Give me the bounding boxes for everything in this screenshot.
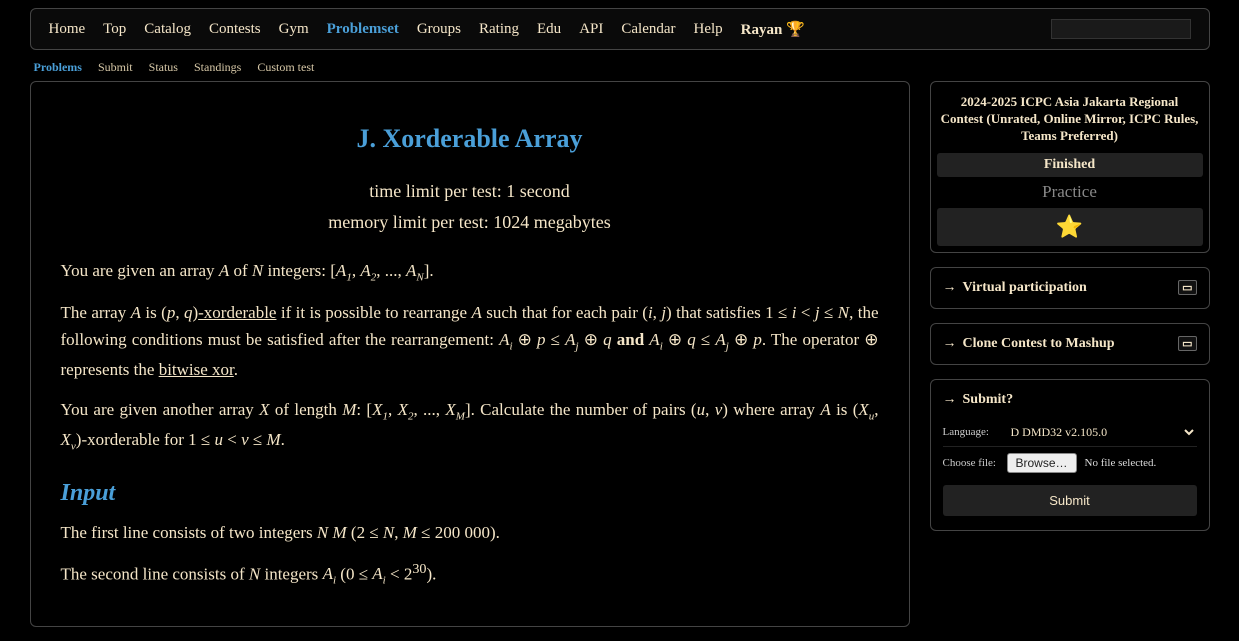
contest-mode: Practice [937,179,1203,208]
nav-top[interactable]: Top [103,21,126,38]
subnav-custom-test[interactable]: Custom test [257,60,314,75]
problem-subnav: Problems Submit Status Standings Custom … [30,50,1210,81]
contest-title: 2024-2025 ICPC Asia Jakarta Regional Con… [937,88,1203,151]
expand-icon[interactable]: ▭ [1178,280,1196,295]
file-label: Choose file: [943,457,999,469]
browse-button[interactable]: Browse… [1007,453,1077,473]
nav-home[interactable]: Home [49,21,86,38]
language-label: Language: [943,426,999,438]
arrow-right-icon: → [943,392,957,407]
expand-icon[interactable]: ▭ [1178,336,1196,351]
file-status: No file selected. [1085,457,1157,469]
subnav-submit[interactable]: Submit [98,60,133,75]
paragraph-5: The second line consists of N integers A… [61,558,879,591]
nav-contests[interactable]: Contests [209,21,261,38]
star-icon: ⭐ [1056,214,1083,239]
arrow-right-icon: → [943,336,957,351]
nav-api[interactable]: API [579,21,603,38]
submit-button[interactable]: Submit [943,485,1197,516]
subnav-status[interactable]: Status [149,60,178,75]
nav-problemset[interactable]: Problemset [327,21,399,38]
submit-box: →Submit? Language: D DMD32 v2.105.0 Choo… [930,379,1210,531]
contest-info-box: 2024-2025 ICPC Asia Jakarta Regional Con… [930,81,1210,253]
contest-status: Finished [937,153,1203,177]
nav-catalog[interactable]: Catalog [144,21,191,38]
top-navigation: Home Top Catalog Contests Gym Problemset… [30,8,1210,50]
nav-rating[interactable]: Rating [479,21,519,38]
input-heading: Input [61,480,879,507]
nav-groups[interactable]: Groups [417,21,461,38]
problem-statement: J. Xorderable Array time limit per test:… [30,81,910,627]
paragraph-2: The array A is (p, q)-xorderable if it i… [61,299,879,383]
virtual-participation-box[interactable]: →Virtual participation ▭ [930,267,1210,309]
paragraph-1: You are given an array A of N integers: … [61,257,879,287]
language-select[interactable]: D DMD32 v2.105.0 [1007,424,1197,440]
favorite-star[interactable]: ⭐ [937,208,1203,246]
paragraph-4: The first line consists of two integers … [61,519,879,546]
nav-gym[interactable]: Gym [279,21,309,38]
nav-rayan[interactable]: Rayan 🏆 [741,20,805,39]
nav-calendar[interactable]: Calendar [621,21,675,38]
nav-edu[interactable]: Edu [537,21,561,38]
subnav-standings[interactable]: Standings [194,60,241,75]
time-limit: time limit per test: 1 second [61,176,879,207]
memory-limit: memory limit per test: 1024 megabytes [61,207,879,238]
nav-help[interactable]: Help [694,21,723,38]
problem-title: J. Xorderable Array [61,124,879,154]
subnav-problems[interactable]: Problems [34,60,82,75]
arrow-right-icon: → [943,280,957,295]
clone-contest-box[interactable]: →Clone Contest to Mashup ▭ [930,323,1210,365]
search-input[interactable] [1051,19,1191,39]
bitwise-xor-link[interactable]: bitwise xor [159,360,234,379]
paragraph-3: You are given another array X of length … [61,396,879,456]
